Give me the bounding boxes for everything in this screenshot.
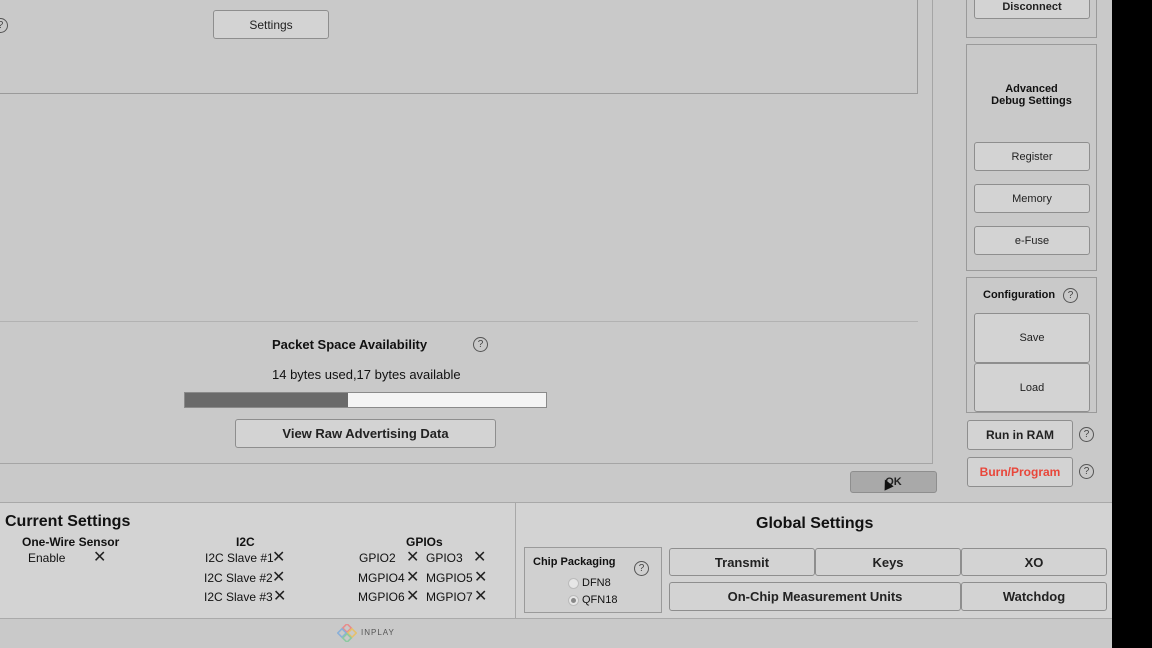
i2c-slave-1-remove-icon[interactable]: ✕ <box>272 550 285 566</box>
gpio2-label: GPIO2 <box>359 551 396 565</box>
inplay-logo <box>336 622 358 644</box>
dfn8-radio[interactable] <box>568 578 579 589</box>
packet-usage-bar <box>184 392 547 408</box>
i2c-slave-3-remove-icon[interactable]: ✕ <box>273 589 286 605</box>
register-button[interactable]: Register <box>974 142 1090 171</box>
load-button[interactable]: Load <box>974 363 1090 412</box>
chip-packaging-help-icon[interactable]: ? <box>634 561 649 576</box>
burn-help-icon[interactable]: ? <box>1079 464 1094 479</box>
footer-brand: INPLAY <box>361 628 395 637</box>
mgpio6-label: MGPIO6 <box>358 590 405 604</box>
mgpio5-label: MGPIO5 <box>426 571 473 585</box>
qfn18-radio[interactable] <box>568 595 579 606</box>
global-settings-title: Global Settings <box>756 515 874 532</box>
mgpio7-remove-icon[interactable]: ✕ <box>474 589 487 605</box>
packet-space-title: Packet Space Availability <box>272 337 428 352</box>
i2c-slave-1-label: I2C Slave #1 <box>205 551 274 565</box>
i2c-slave-2-remove-icon[interactable]: ✕ <box>272 570 285 586</box>
save-button[interactable]: Save <box>974 313 1090 363</box>
one-wire-header: One-Wire Sensor <box>22 535 120 549</box>
memory-button[interactable]: Memory <box>974 184 1090 213</box>
current-settings-title: Current Settings <box>5 513 131 530</box>
on-chip-measurement-button[interactable]: On-Chip Measurement Units <box>669 582 961 611</box>
ok-button[interactable]: OK <box>850 471 937 493</box>
i2c-slave-3-label: I2C Slave #3 <box>204 590 273 604</box>
mgpio6-remove-icon[interactable]: ✕ <box>406 589 419 605</box>
divider <box>0 321 918 322</box>
run-in-ram-help-icon[interactable]: ? <box>1079 427 1094 442</box>
view-raw-advertising-button[interactable]: View Raw Advertising Data <box>235 419 496 448</box>
qfn18-label: QFN18 <box>582 594 618 606</box>
dfn8-label: DFN8 <box>582 577 611 589</box>
gpio3-label: GPIO3 <box>426 551 463 565</box>
packet-help-icon[interactable]: ? <box>473 337 488 352</box>
mgpio4-label: MGPIO4 <box>358 571 405 585</box>
packet-usage-text: 14 bytes used,17 bytes available <box>272 367 461 382</box>
xo-button[interactable]: XO <box>961 548 1107 576</box>
configuration-help-icon[interactable]: ? <box>1063 288 1078 303</box>
one-wire-enable-remove-icon[interactable]: ✕ <box>93 550 106 566</box>
mgpio7-label: MGPIO7 <box>426 590 473 604</box>
advanced-debug-title: Advanced Debug Settings <box>991 83 1072 107</box>
transmit-button[interactable]: Transmit <box>669 548 815 576</box>
bottom-divider <box>515 502 516 618</box>
one-wire-enable-label: Enable <box>28 551 66 565</box>
app-window: ? Settings Packet Space Availability ? 1… <box>0 0 1112 648</box>
gpio2-remove-icon[interactable]: ✕ <box>406 550 419 566</box>
gpios-header: GPIOs <box>406 535 443 549</box>
configuration-title: Configuration <box>983 289 1056 301</box>
i2c-header: I2C <box>236 535 255 549</box>
run-in-ram-button[interactable]: Run in RAM <box>967 420 1073 450</box>
chip-packaging-label: Chip Packaging <box>533 556 616 568</box>
watchdog-button[interactable]: Watchdog <box>961 582 1107 611</box>
gpio3-remove-icon[interactable]: ✕ <box>473 550 486 566</box>
i2c-slave-2-label: I2C Slave #2 <box>204 571 273 585</box>
keys-button[interactable]: Keys <box>815 548 961 576</box>
efuse-button[interactable]: e-Fuse <box>974 226 1090 255</box>
burn-program-button[interactable]: Burn/Program <box>967 457 1073 487</box>
disconnect-button[interactable]: Disconnect <box>974 0 1090 19</box>
packet-usage-fill <box>185 393 349 407</box>
mgpio4-remove-icon[interactable]: ✕ <box>406 570 419 586</box>
mgpio5-remove-icon[interactable]: ✕ <box>474 570 487 586</box>
footer-bar <box>0 618 1112 648</box>
